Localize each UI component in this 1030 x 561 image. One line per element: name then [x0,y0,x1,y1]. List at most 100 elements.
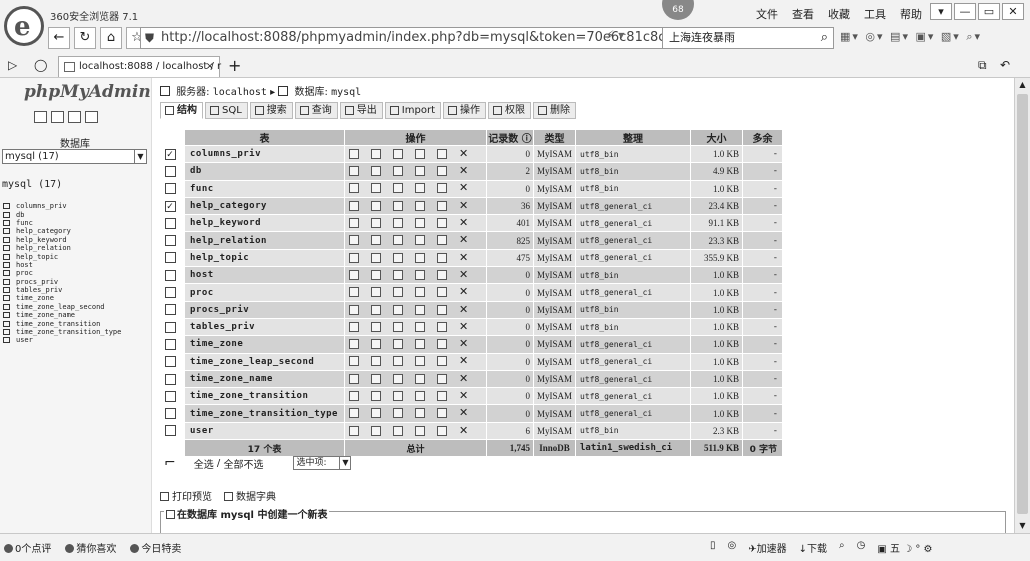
browse-icon[interactable] [349,200,359,211]
sidebar-table-item[interactable]: time_zone_name [3,311,121,319]
drop-icon[interactable]: ✕ [459,269,468,280]
row-size[interactable]: 1.0 KB [690,179,743,198]
sidebar-table-item[interactable]: host [3,261,121,269]
drop-icon[interactable]: ✕ [459,373,468,384]
menu-view[interactable]: 查看 [792,6,814,22]
docs-icon[interactable] [68,111,81,123]
row-checkbox[interactable] [164,183,176,195]
row-checkbox[interactable] [164,217,176,229]
table-name-link[interactable]: help_category [184,196,345,216]
row-checkbox[interactable] [164,321,176,333]
row-checkbox[interactable] [164,252,176,264]
back-icon[interactable]: ← [48,27,70,49]
browse-icon[interactable] [349,304,359,315]
structure-icon[interactable] [371,200,381,211]
structure-icon[interactable] [371,304,381,315]
scroll-up-icon[interactable]: ▲ [1015,78,1030,92]
search-icon[interactable] [393,183,403,194]
sql-window-icon[interactable] [51,111,64,123]
history-icon[interactable]: ◷ [857,540,866,555]
table-name-link[interactable]: time_zone_transition [184,387,345,406]
insert-icon[interactable] [415,321,425,332]
search-icon[interactable] [393,235,403,246]
insert-icon[interactable] [415,166,425,177]
browse-icon[interactable] [349,408,359,419]
scroll-thumb[interactable] [1017,94,1028,514]
address-bar[interactable]: ⛊ http://localhost:8088/phpmyadmin/index… [140,27,670,49]
row-checkbox[interactable] [164,287,176,299]
tab-structure[interactable]: 结构 [160,102,203,119]
row-size[interactable]: 355.9 KB [690,248,743,268]
drop-icon[interactable]: ✕ [459,200,468,211]
grid-icon[interactable]: ▦▾ [840,30,860,43]
row-size[interactable]: 1.0 KB [690,283,743,302]
insert-icon[interactable] [415,373,425,384]
insert-icon[interactable] [415,391,425,402]
table-icon[interactable] [3,245,10,252]
tab-drop[interactable]: 删除 [533,102,576,119]
tab-operations[interactable]: 操作 [443,102,486,119]
col-header-overhead[interactable]: 多余 [742,129,783,146]
browse-icon[interactable] [349,269,359,280]
weather-badge[interactable]: 68 [662,0,694,20]
tab-search[interactable]: 搜索 [249,102,293,119]
home-icon[interactable]: ⌂ [100,27,122,49]
sidebar-table-item[interactable]: procs_priv [3,278,121,286]
sidebar-table-item[interactable]: time_zone_transition_type [3,328,121,336]
structure-icon[interactable] [371,166,381,177]
restore-tab-icon[interactable]: ◯ [34,58,47,72]
table-icon[interactable] [3,287,10,294]
sidebar-table-label[interactable]: help_relation [16,244,71,252]
drop-icon[interactable]: ✕ [459,407,468,418]
breadcrumb-server[interactable]: localhost [213,87,267,98]
empty-icon[interactable] [437,321,447,332]
insert-icon[interactable] [415,356,425,367]
sidebar-table-label[interactable]: db [16,211,24,219]
insert-icon[interactable] [415,339,425,350]
row-size[interactable]: 1.0 KB [690,404,743,423]
structure-icon[interactable] [371,391,381,402]
table-name-link[interactable]: tables_priv [184,317,345,337]
table-icon[interactable] [3,203,10,210]
search-icon[interactable] [393,408,403,419]
undo-close-icon[interactable]: ↶ [1000,58,1010,72]
drop-icon[interactable]: ✕ [459,234,468,245]
empty-icon[interactable] [437,339,447,350]
insert-icon[interactable] [415,235,425,246]
table-icon[interactable] [3,303,10,310]
empty-icon[interactable] [437,148,447,159]
sidebar-table-item[interactable]: help_relation [3,244,121,252]
browse-icon[interactable] [349,321,359,332]
search-icon[interactable] [393,200,403,211]
empty-icon[interactable] [437,408,447,419]
row-size[interactable]: 4.9 KB [690,162,743,181]
browse-icon[interactable] [349,373,359,384]
table-name-link[interactable]: help_topic [184,248,345,268]
empty-icon[interactable] [437,391,447,402]
row-checkbox[interactable] [164,235,176,247]
select-none-link[interactable]: 全部不选 [223,456,263,471]
drop-icon[interactable]: ✕ [459,338,468,349]
table-name-link[interactable]: time_zone [184,335,345,354]
row-size[interactable]: 23.3 KB [690,231,743,250]
row-size[interactable]: 91.1 KB [690,214,743,233]
table-icon[interactable] [3,312,10,319]
print-view-link[interactable]: 打印预览 [160,488,212,503]
sync-icon[interactable]: ◎ [728,540,737,555]
new-tab-button[interactable]: + [228,56,241,75]
structure-icon[interactable] [371,183,381,194]
tab-export[interactable]: 导出 [339,102,383,119]
browse-icon[interactable] [349,148,359,159]
row-checkbox[interactable] [164,338,176,350]
maximize-button[interactable]: ▭ [978,3,1000,20]
ime-icon[interactable]: ▣ 五 ☽ ° ⚙ [877,540,932,555]
browse-icon[interactable] [349,356,359,367]
drop-icon[interactable]: ✕ [459,304,468,315]
drop-icon[interactable]: ✕ [459,425,468,436]
page-icon[interactable]: ▯ [710,540,716,555]
row-size[interactable]: 1.0 KB [690,335,743,354]
row-size[interactable]: 1.0 KB [690,369,743,389]
tab-sql[interactable]: SQL [205,102,248,119]
row-size[interactable]: 1.0 KB [690,144,743,164]
table-name-link[interactable]: help_keyword [184,214,345,233]
